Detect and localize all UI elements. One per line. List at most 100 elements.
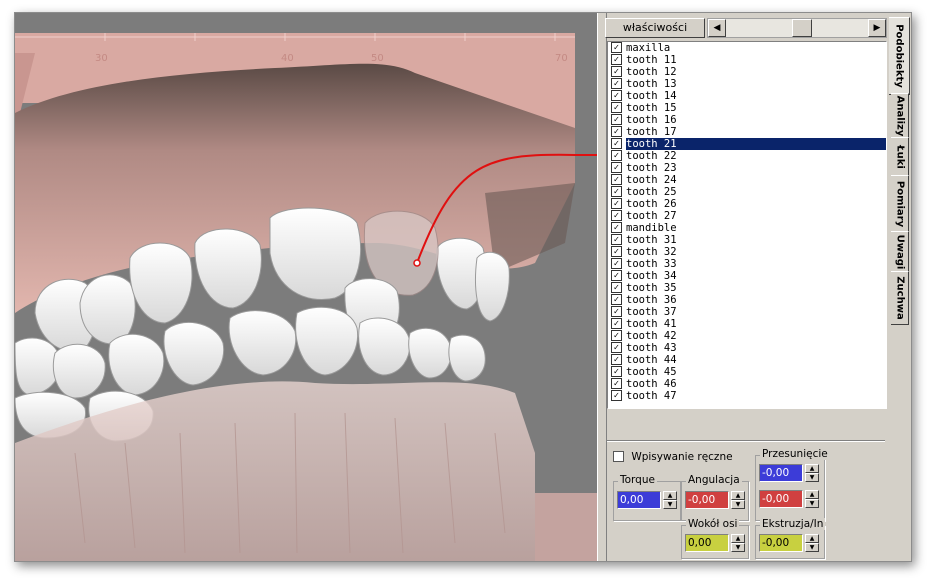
tree-item-checkbox[interactable]: ✓ [611,101,622,113]
tree-item[interactable]: ✓ tooth 36 [608,293,886,306]
tree-item[interactable]: ✓ tooth 46 [608,377,886,390]
tree-item[interactable]: ✓ tooth 11 [608,53,886,66]
tree-item-checkbox[interactable]: ✓ [611,293,622,305]
tree-item-checkbox[interactable]: ✓ [611,65,622,77]
properties-button[interactable]: właściwości [605,18,705,38]
rotation-value[interactable]: 0,00 [685,534,729,552]
extrusion-up-icon[interactable]: ▲ [805,534,819,543]
tab-mandible[interactable]: Zuchwa [891,271,909,325]
tree-item-label: tooth 44 [626,354,677,366]
ruler-tick-40: 40 [281,53,294,64]
tree-item[interactable]: ✓ tooth 41 [608,317,886,330]
tree-item[interactable]: ✓ tooth 13 [608,77,886,90]
tree-item-checkbox[interactable]: ✓ [611,281,622,293]
tree-item[interactable]: ✓ tooth 12 [608,65,886,78]
tree-item-label: tooth 23 [626,162,677,174]
tree-item-checkbox[interactable]: ✓ [611,221,622,233]
tree-item-checkbox[interactable]: ✓ [611,365,622,377]
tree-item[interactable]: ✓ tooth 26 [608,197,886,210]
tab-analyses[interactable]: Analizy [891,93,909,139]
rotation-up-icon[interactable]: ▲ [731,534,745,543]
scroll-right-icon[interactable]: ▶ [868,19,886,37]
tree-item[interactable]: ✓ tooth 22 [608,149,886,162]
tree-item[interactable]: ✓ tooth 23 [608,161,886,174]
tab-measurements[interactable]: Pomiary [891,175,909,233]
tree-item[interactable]: ✓ tooth 14 [608,89,886,102]
translation-y-up-icon[interactable]: ▲ [805,490,819,499]
tree-item-checkbox[interactable]: ✓ [611,77,622,89]
rotation-down-icon[interactable]: ▼ [731,543,745,552]
tree-item-checkbox[interactable]: ✓ [611,257,622,269]
translation-y-value[interactable]: -0,00 [759,490,803,508]
manual-entry-checkbox[interactable] [613,450,624,462]
tree-item[interactable]: ✓ tooth 25 [608,185,886,198]
tree-item[interactable]: ✓ tooth 45 [608,365,886,378]
translation-y-down-icon[interactable]: ▼ [805,499,819,508]
tree-item-checkbox[interactable]: ✓ [611,245,622,257]
translation-x-up-icon[interactable]: ▲ [805,464,819,473]
tree-item[interactable]: ✓ tooth 17 [608,125,886,138]
tab-notes[interactable]: Uwagi [891,231,909,273]
angulation-up-icon[interactable]: ▲ [731,491,745,500]
tree-item-checkbox[interactable]: ✓ [611,389,622,401]
tree-item-checkbox[interactable]: ✓ [611,89,622,101]
tree-item-label: tooth 42 [626,330,677,342]
tree-item-checkbox[interactable]: ✓ [611,377,622,389]
tree-item-checkbox[interactable]: ✓ [611,233,622,245]
tree-item[interactable]: ✓ tooth 27 [608,209,886,222]
extrusion-value[interactable]: -0,00 [759,534,803,552]
torque-down-icon[interactable]: ▼ [663,500,677,509]
tree-item[interactable]: ✓ tooth 47 [608,389,886,402]
tree-item-checkbox[interactable]: ✓ [611,173,622,185]
tree-item[interactable]: ✓ tooth 32 [608,245,886,258]
tree-item-checkbox[interactable]: ✓ [611,197,622,209]
tree-item[interactable]: ✓ tooth 43 [608,341,886,354]
tree-item-checkbox[interactable]: ✓ [611,305,622,317]
tree-item-checkbox[interactable]: ✓ [611,341,622,353]
tree-item-checkbox[interactable]: ✓ [611,42,622,53]
angulation-value[interactable]: -0,00 [685,491,729,509]
tree-item[interactable]: ✓ maxilla [608,42,886,54]
tree-item-checkbox[interactable]: ✓ [611,113,622,125]
scroll-left-icon[interactable]: ◀ [708,19,726,37]
tree-item-checkbox[interactable]: ✓ [611,209,622,221]
tree-item-checkbox[interactable]: ✓ [611,353,622,365]
tree-item-checkbox[interactable]: ✓ [611,185,622,197]
translation-x-down-icon[interactable]: ▼ [805,473,819,482]
tree-item[interactable]: ✓ tooth 31 [608,233,886,246]
tree-item[interactable]: ✓ tooth 21 [608,137,886,150]
tree-item-checkbox[interactable]: ✓ [611,125,622,137]
tree-item-checkbox[interactable]: ✓ [611,149,622,161]
tree-item[interactable]: ✓ mandible [608,221,886,234]
tree-item-checkbox[interactable]: ✓ [611,269,622,281]
vertical-tab-strip: Podobiekty Analizy Łuki Pomiary Uwagi Zu… [889,13,911,561]
tree-item-checkbox[interactable]: ✓ [611,161,622,173]
tree-item[interactable]: ✓ tooth 24 [608,173,886,186]
tree-item[interactable]: ✓ tooth 42 [608,329,886,342]
tree-item[interactable]: ✓ tooth 44 [608,353,886,366]
tab-arches[interactable]: Łuki [891,137,909,177]
tree-item[interactable]: ✓ tooth 16 [608,113,886,126]
scroll-thumb[interactable] [792,19,812,37]
tree-item-checkbox[interactable]: ✓ [611,137,622,149]
tab-subobjects[interactable]: Podobiekty [889,17,910,95]
ruler-tick-30: 30 [95,53,108,64]
angulation-down-icon[interactable]: ▼ [731,500,745,509]
tree-item[interactable]: ✓ tooth 37 [608,305,886,318]
tree-item[interactable]: ✓ tooth 15 [608,101,886,114]
extrusion-down-icon[interactable]: ▼ [805,543,819,552]
torque-up-icon[interactable]: ▲ [663,491,677,500]
tree-item-checkbox[interactable]: ✓ [611,317,622,329]
tree-item-checkbox[interactable]: ✓ [611,53,622,65]
tree-item-checkbox[interactable]: ✓ [611,329,622,341]
tree-item[interactable]: ✓ tooth 35 [608,281,886,294]
3d-viewport[interactable]: 30 40 50 70 [15,13,597,561]
translation-x-value[interactable]: -0,00 [759,464,803,482]
tree-item[interactable]: ✓ tooth 34 [608,269,886,282]
torque-value[interactable]: 0,00 [617,491,661,509]
angulation-label: Angulacja [686,474,742,486]
horizontal-scrollbar[interactable]: ◀ ▶ [707,18,887,38]
tree-item-label: tooth 26 [626,198,677,210]
tree-item[interactable]: ✓ tooth 33 [608,257,886,270]
manual-entry-toggle[interactable]: Wpisywanie ręczne [613,450,733,463]
